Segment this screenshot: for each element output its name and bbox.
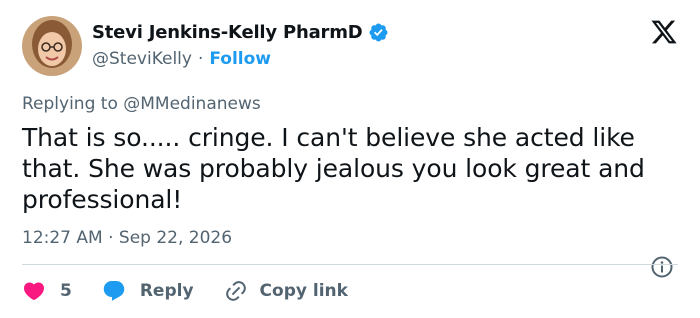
info-icon[interactable] bbox=[650, 255, 674, 279]
link-icon bbox=[225, 281, 246, 301]
display-name[interactable]: Stevi Jenkins-Kelly PharmD bbox=[92, 22, 363, 43]
like-count: 5 bbox=[60, 281, 72, 301]
separator-dot: · bbox=[197, 49, 204, 69]
heart-icon bbox=[23, 282, 45, 301]
timestamp[interactable]: 12:27 AM · Sep 22, 2026 bbox=[22, 228, 232, 248]
replying-to-line: Replying to @MMedinanews bbox=[22, 94, 261, 114]
reply-label: Reply bbox=[139, 281, 194, 301]
action-bar: 5 Reply Copy link bbox=[22, 276, 348, 306]
replying-to-mention[interactable]: @MMedinanews bbox=[123, 94, 261, 114]
follow-button[interactable]: Follow bbox=[209, 49, 271, 69]
tweet-text: That is so..... cringe. I can't believe … bbox=[22, 123, 645, 214]
avatar-image bbox=[22, 16, 82, 76]
copy-link-button[interactable]: Copy link bbox=[224, 279, 348, 303]
x-logo-icon[interactable] bbox=[650, 18, 678, 46]
copy-link-label: Copy link bbox=[259, 281, 348, 301]
handle[interactable]: @SteviKelly bbox=[92, 49, 192, 69]
avatar[interactable] bbox=[22, 16, 82, 76]
divider bbox=[22, 264, 678, 265]
verified-badge-icon bbox=[368, 22, 389, 43]
reply-button[interactable]: Reply bbox=[102, 279, 194, 303]
replying-prefix: Replying to bbox=[22, 94, 118, 114]
handle-row: @SteviKelly · Follow bbox=[92, 49, 271, 69]
author-name-row: Stevi Jenkins-Kelly PharmD bbox=[92, 22, 389, 43]
like-button[interactable]: 5 bbox=[22, 279, 72, 303]
speech-bubble-icon bbox=[103, 281, 125, 301]
